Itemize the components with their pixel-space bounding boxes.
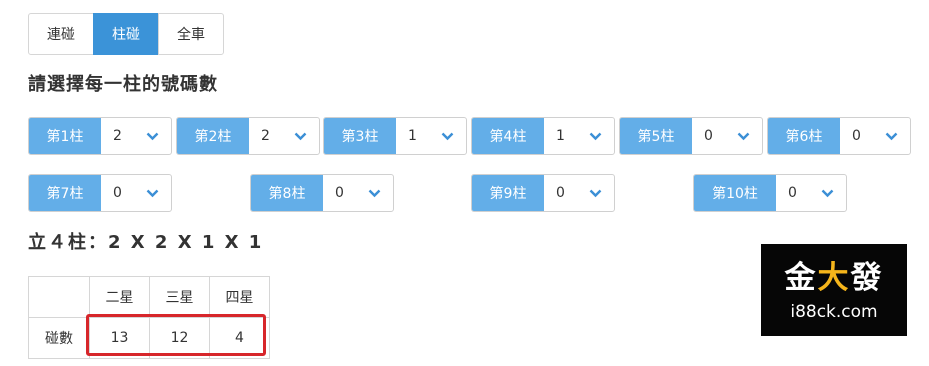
chevron-down-icon [440,129,454,143]
watermark-url: i88ck.com [790,302,878,322]
table-header-cell: 四星 [209,276,270,318]
column-value: 0 [852,128,861,144]
page-heading: 請選擇每一柱的號碼數 [28,74,218,95]
column-label: 第3柱 [324,118,396,154]
column-select-6[interactable]: 第6柱 0 [767,117,911,155]
column-select-3[interactable]: 第3柱 1 [323,117,467,155]
row-label: 碰數 [28,317,90,359]
column-value: 0 [556,185,565,201]
column-select-4[interactable]: 第4柱 1 [471,117,615,155]
chevron-down-icon [736,129,750,143]
column-value: 0 [113,185,122,201]
chevron-down-icon [145,186,159,200]
column-value: 0 [335,185,344,201]
column-select-7[interactable]: 第7柱 0 [28,174,172,212]
table-header-cell: 三星 [149,276,210,318]
column-select-2[interactable]: 第2柱 2 [176,117,320,155]
column-select-9[interactable]: 第9柱 0 [471,174,615,212]
watermark-char: 大 [817,260,851,296]
column-label: 第9柱 [472,175,544,211]
table-header-cell: 二星 [89,276,150,318]
chevron-down-icon [820,186,834,200]
column-label: 第4柱 [472,118,544,154]
tab-lianpeng[interactable]: 連碰 [28,13,94,55]
chevron-down-icon [588,186,602,200]
table-header-cell [28,276,90,318]
column-label: 第6柱 [768,118,840,154]
chevron-down-icon [367,186,381,200]
watermark-title: 金大發 [785,258,884,298]
column-label: 第5柱 [620,118,692,154]
column-formula: 立４柱：2 X 2 X 1 X 1 [28,232,264,253]
column-value: 1 [556,128,565,144]
column-value: 1 [408,128,417,144]
column-value: 0 [704,128,713,144]
table-header-row: 二星 三星 四星 [28,276,270,318]
watermark-logo: 金大發 i88ck.com [761,244,907,336]
column-select-8[interactable]: 第8柱 0 [250,174,394,212]
column-select-1[interactable]: 第1柱 2 [28,117,172,155]
column-value: 0 [788,185,797,201]
tab-zhupeng[interactable]: 柱碰 [93,13,159,55]
mode-tabs: 連碰 柱碰 全車 [28,13,224,55]
chevron-down-icon [145,129,159,143]
column-label: 第8柱 [251,175,323,211]
column-select-5[interactable]: 第5柱 0 [619,117,763,155]
column-label: 第7柱 [29,175,101,211]
column-label: 第10柱 [694,175,776,211]
column-value: 2 [113,128,122,144]
tab-quanche[interactable]: 全車 [158,13,224,55]
column-label: 第1柱 [29,118,101,154]
highlight-box [86,314,266,356]
watermark-char: 金 [784,260,818,296]
chevron-down-icon [293,129,307,143]
column-value: 2 [261,128,270,144]
watermark-char: 發 [850,260,884,296]
chevron-down-icon [884,129,898,143]
chevron-down-icon [588,129,602,143]
column-label: 第2柱 [177,118,249,154]
column-select-10[interactable]: 第10柱 0 [693,174,847,212]
